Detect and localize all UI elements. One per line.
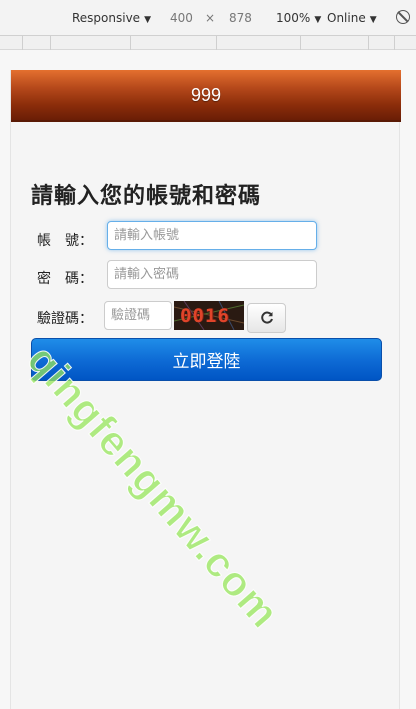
dimension-separator: × xyxy=(205,11,216,25)
page-frame: 999 請輸入您的帳號和密碼 帳 號： 密 碼： 驗證碼： 0016 立即登陸 xyxy=(10,70,401,709)
login-button[interactable]: 立即登陸 xyxy=(31,338,382,381)
caret-down-icon: ▼ xyxy=(369,15,377,25)
caret-down-icon: ▼ xyxy=(314,15,322,25)
zoom-label: 100% xyxy=(276,11,311,25)
height-value: 878 xyxy=(229,11,252,25)
height-field[interactable]: 878 xyxy=(229,11,252,25)
refresh-captcha-button[interactable] xyxy=(247,303,286,333)
page-title: 請輸入您的帳號和密碼 xyxy=(31,184,262,209)
width-value: 400 xyxy=(170,11,193,25)
caret-down-icon: ▼ xyxy=(144,15,151,25)
captcha-code: 0016 xyxy=(180,305,230,327)
account-input[interactable] xyxy=(107,221,317,250)
media-query-ruler xyxy=(0,36,416,50)
network-label: Online xyxy=(327,11,366,25)
devtools-toolbar: Responsive ▼ 400 × 878 100% ▼ Online ▼ xyxy=(0,0,416,36)
password-label: 密 碼： xyxy=(37,271,93,287)
refresh-icon xyxy=(260,311,273,324)
account-label: 帳 號： xyxy=(37,233,93,249)
network-select[interactable]: Online ▼ xyxy=(327,11,377,25)
device-select[interactable]: Responsive ▼ xyxy=(72,11,151,25)
header-title: 999 xyxy=(190,84,222,105)
zoom-select[interactable]: 100% ▼ xyxy=(276,11,321,25)
page-header: 999 xyxy=(11,70,401,122)
captcha-label: 驗證碼： xyxy=(37,311,93,327)
captcha-input[interactable] xyxy=(104,301,172,330)
width-field[interactable]: 400 xyxy=(170,11,193,25)
password-input[interactable] xyxy=(107,260,317,289)
device-label: Responsive xyxy=(72,11,141,25)
rotate-icon[interactable] xyxy=(396,10,410,24)
captcha-image[interactable]: 0016 xyxy=(174,301,244,330)
